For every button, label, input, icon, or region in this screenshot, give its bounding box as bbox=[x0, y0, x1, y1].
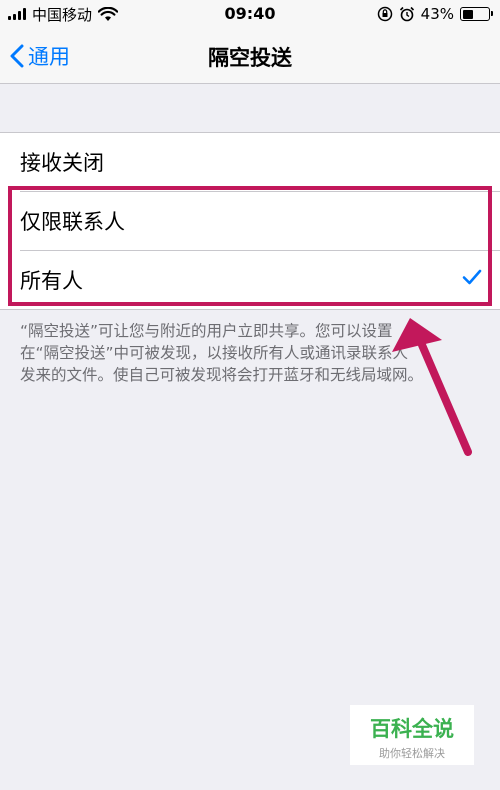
footer-line: “隔空投送”可让您与附近的用户立即共享。您可以设置 bbox=[20, 322, 393, 340]
option-label: 接收关闭 bbox=[20, 151, 104, 175]
battery-icon bbox=[460, 7, 493, 21]
status-right: 43% bbox=[377, 4, 493, 24]
airdrop-options: 接收关闭 仅限联系人 所有人 bbox=[0, 132, 500, 310]
nav-bar: 通用 隔空投送 bbox=[0, 28, 500, 84]
status-bar: 中国移动 09:40 43% bbox=[0, 0, 500, 28]
rotation-lock-icon bbox=[377, 6, 392, 22]
option-everyone[interactable]: 所有人 bbox=[0, 251, 500, 310]
arrow-annotation bbox=[392, 318, 472, 456]
battery-percent: 43% bbox=[420, 5, 454, 23]
footer-line: 在“隔空投送”中可被发现，以接收所有人或通讯录联系人 bbox=[20, 344, 409, 362]
option-receiving-off[interactable]: 接收关闭 bbox=[0, 133, 500, 192]
watermark-title: 百科全说 bbox=[370, 717, 454, 741]
footer-description: “隔空投送”可让您与附近的用户立即共享。您可以设置 在“隔空投送”中可被发现，以… bbox=[20, 320, 480, 386]
page-title: 隔空投送 bbox=[208, 46, 292, 70]
battery-level bbox=[462, 9, 473, 19]
watermark-logo: 百科全说 助你轻松解决 bbox=[350, 705, 474, 765]
option-contacts-only[interactable]: 仅限联系人 bbox=[0, 192, 500, 251]
footer-line: 发来的文件。使自己可被发现将会打开蓝牙和无线局域网。 bbox=[20, 366, 424, 384]
watermark-subtitle: 助你轻松解决 bbox=[379, 747, 445, 760]
option-label: 仅限联系人 bbox=[20, 210, 125, 234]
option-label: 所有人 bbox=[20, 269, 83, 293]
checkmark-icon bbox=[462, 269, 482, 285]
alarm-icon bbox=[399, 6, 414, 22]
